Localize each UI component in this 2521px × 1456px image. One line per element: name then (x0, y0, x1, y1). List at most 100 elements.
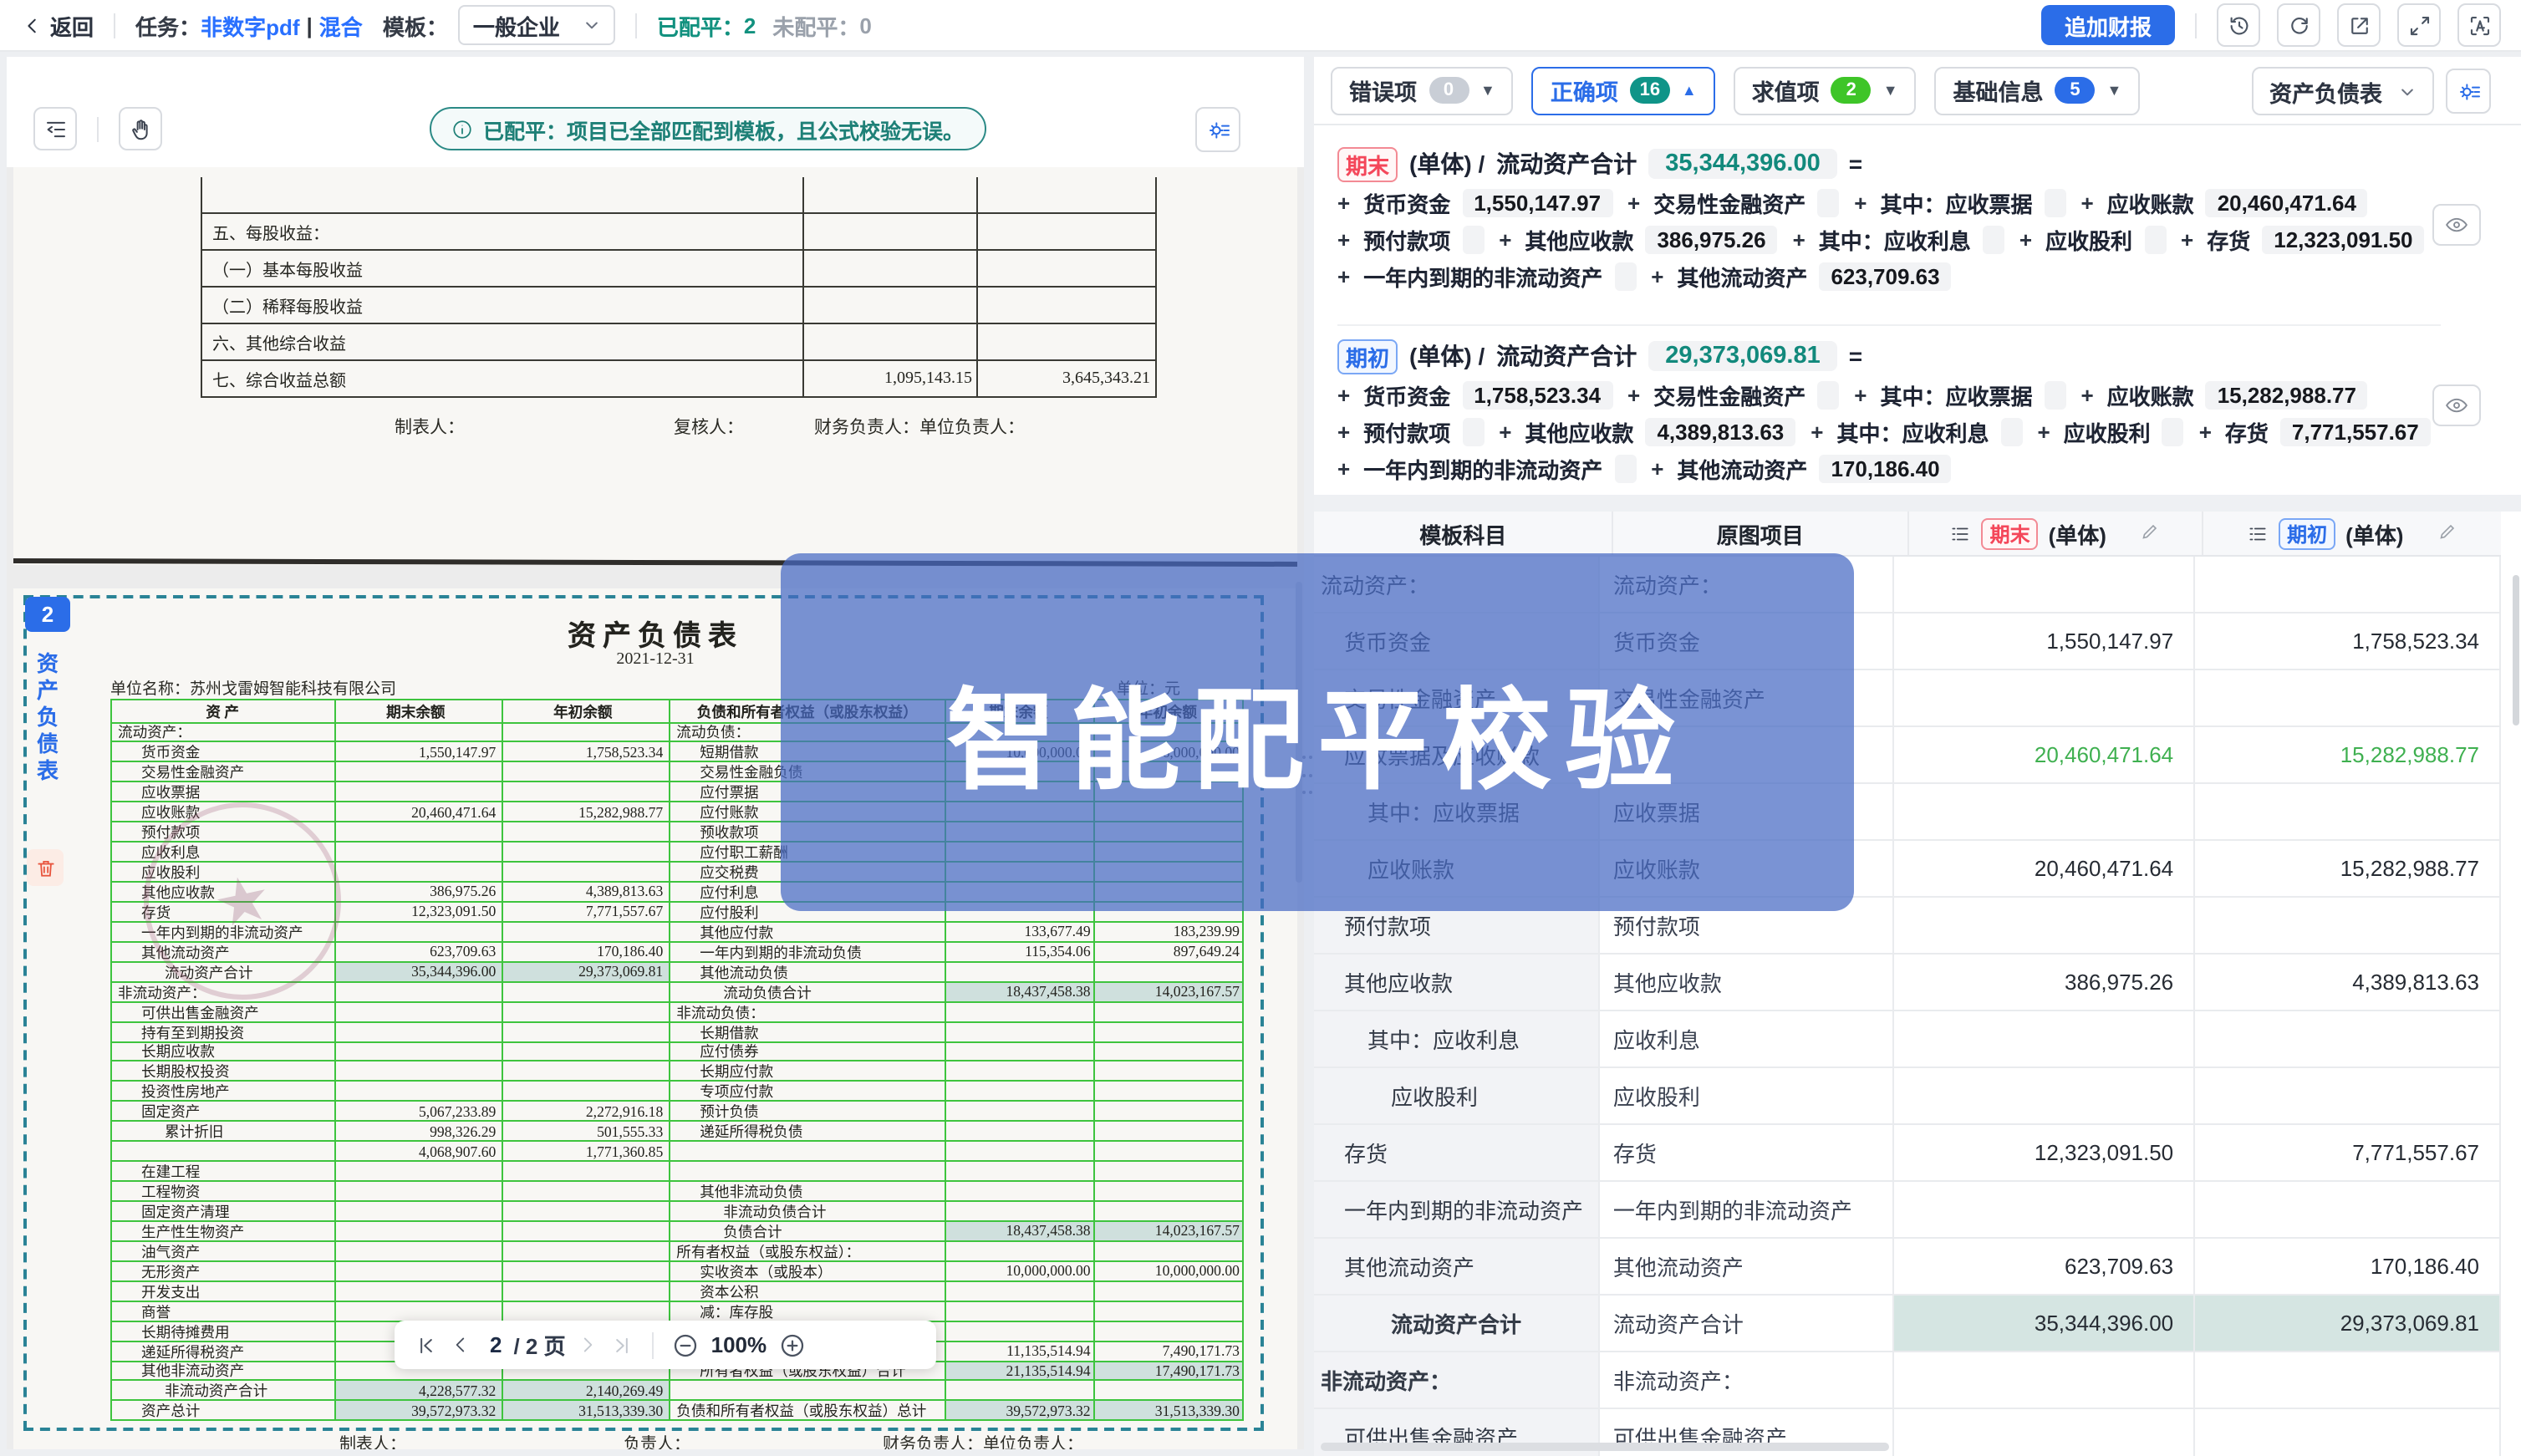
term-value[interactable] (1983, 226, 2004, 254)
term-value[interactable]: 12,323,091.50 (2262, 226, 2424, 254)
visibility-icon[interactable] (2432, 384, 2481, 426)
trash-icon[interactable] (27, 849, 64, 886)
term-value[interactable] (2162, 418, 2184, 446)
liability-end-value: 18,437,458.38 (1006, 1223, 1090, 1240)
term-value[interactable] (2000, 418, 2022, 446)
term-value[interactable]: 1,758,523.34 (1462, 381, 1612, 410)
first-page-icon[interactable] (415, 1333, 438, 1357)
list-icon[interactable] (1950, 522, 1972, 544)
fullscreen-icon[interactable] (2397, 3, 2441, 47)
template-select[interactable]: 一般企业 (458, 5, 615, 45)
current-page[interactable]: 2 (490, 1332, 502, 1357)
mapping-row[interactable]: 一年内到期的非流动资产 一年内到期的非流动资产 (1314, 1182, 2501, 1239)
prev-page-icon[interactable] (450, 1334, 471, 1356)
period-end-value[interactable]: 12,323,091.50 (2035, 1140, 2173, 1165)
panel-horizontal-scrollbar[interactable] (1321, 1443, 1889, 1451)
term-value[interactable] (2044, 189, 2065, 217)
match-settings-icon[interactable] (1195, 107, 1240, 152)
asset-label: 持有至到期投资 (111, 1021, 244, 1042)
equals-sign: = (1849, 343, 1862, 369)
chevron-down-icon (2399, 83, 2416, 99)
term-value[interactable] (1462, 226, 1484, 254)
last-page-icon[interactable] (611, 1333, 634, 1357)
period-end-badge: 期末 (1982, 517, 2039, 549)
period-begin-value[interactable]: 29,373,069.81 (2340, 1311, 2479, 1336)
term-value[interactable]: 4,389,813.63 (1645, 418, 1795, 446)
filter-button[interactable]: 正确项 16 ▲ (1532, 66, 1715, 115)
liability-begin-value: 17,490,171.73 (1155, 1362, 1240, 1379)
term-value[interactable]: 170,186.40 (1819, 455, 1951, 483)
period-end-value[interactable]: 386,975.26 (2065, 970, 2173, 995)
filter-button[interactable]: 基础信息 5 ▼ (1935, 66, 2141, 115)
mapping-row[interactable]: 应收股利 应收股利 (1314, 1068, 2501, 1125)
formula-line: +货币资金1,550,147.97+交易性金融资产+其中：应收票据+应收账款20… (1337, 186, 2441, 221)
outline-icon[interactable] (33, 107, 77, 150)
term-value[interactable]: 15,282,988.77 (2206, 381, 2368, 410)
period-begin-value[interactable]: 1,758,523.34 (2352, 629, 2479, 654)
period-end-value[interactable]: 20,460,471.64 (2035, 856, 2173, 881)
edit-icon[interactable] (2140, 521, 2160, 546)
task-type-link[interactable]: 混合 (319, 9, 363, 41)
formula-term: +应收账款20,460,471.64 (2080, 187, 2368, 219)
visibility-icon[interactable] (2432, 204, 2481, 246)
mapping-row[interactable]: 存货 存货 12,323,091.50 7,771,557.67 (1314, 1125, 2501, 1182)
term-label: 应收股利 (2064, 416, 2151, 448)
next-page-icon[interactable] (578, 1334, 599, 1356)
mapping-row[interactable]: 其中：应收利息 应收利息 (1314, 1011, 2501, 1068)
term-value[interactable]: 20,460,471.64 (2206, 189, 2368, 217)
term-value[interactable] (1817, 189, 1839, 217)
panel-scrollbar[interactable] (2513, 575, 2519, 725)
total-value[interactable]: 29,373,069.81 (1648, 341, 1836, 371)
term-value[interactable]: 7,771,557.67 (2280, 418, 2431, 446)
period-begin-value[interactable]: 4,389,813.63 (2352, 970, 2479, 995)
filter-button[interactable]: 求值项 2 ▼ (1734, 66, 1917, 115)
period-begin-value[interactable]: 170,186.40 (2371, 1254, 2479, 1279)
back-button[interactable]: 返回 (23, 9, 94, 41)
balance-sheet-row: 非流动资产合计 4,228,577.32 2,140,269.49 (110, 1381, 1244, 1401)
zoom-out-icon[interactable] (673, 1331, 700, 1358)
hand-icon[interactable] (119, 107, 162, 150)
period-end-value[interactable]: 623,709.63 (2065, 1254, 2173, 1279)
term-value[interactable]: 1,550,147.97 (1462, 189, 1612, 217)
term-label: 应收账款 (2107, 379, 2194, 411)
sheet-type-select[interactable]: 资产负债表 (2251, 67, 2434, 115)
mapping-row[interactable]: 非流动资产： 非流动资产： (1314, 1352, 2501, 1409)
period-begin-value[interactable]: 15,282,988.77 (2340, 856, 2479, 881)
sheet-side-tab[interactable]: 资产负债表 (30, 652, 62, 786)
mapping-row[interactable]: 其他应收款 其他应收款 386,975.26 4,389,813.63 (1314, 955, 2501, 1011)
original-item: 其他流动资产 (1613, 1250, 1744, 1282)
asset-label: 交易性金融资产 (111, 761, 244, 783)
period-end-value[interactable]: 20,460,471.64 (2035, 742, 2173, 767)
total-value[interactable]: 35,344,396.00 (1648, 149, 1836, 179)
mapping-row[interactable]: 流动资产合计 流动资产合计 35,344,396.00 29,373,069.8… (1314, 1296, 2501, 1352)
period-begin-value[interactable]: 7,771,557.67 (2352, 1140, 2479, 1165)
text-recognition-icon[interactable] (2457, 3, 2501, 47)
term-value[interactable] (1614, 262, 1636, 291)
open-external-icon[interactable] (2337, 3, 2381, 47)
mapping-row[interactable]: 其他流动资产 其他流动资产 623,709.63 170,186.40 (1314, 1239, 2501, 1296)
term-value[interactable]: 386,975.26 (1645, 226, 1777, 254)
refresh-icon[interactable] (2277, 3, 2320, 47)
watermark-overlay: 智能配平校验 (781, 553, 1854, 911)
period-end-value[interactable]: 35,344,396.00 (2035, 1311, 2173, 1336)
edit-icon[interactable] (2437, 521, 2457, 546)
add-report-button[interactable]: 追加财报 (2041, 5, 2175, 45)
match-settings-icon[interactable] (2446, 69, 2491, 114)
term-value[interactable] (1462, 418, 1484, 446)
list-icon[interactable] (2247, 522, 2269, 544)
task-name-link[interactable]: 非数字pdf (201, 9, 299, 41)
term-value[interactable] (2044, 381, 2065, 410)
asset-label: 货币资金 (111, 741, 200, 763)
template-subject: 存货 (1314, 1137, 1388, 1168)
term-label: 其他流动资产 (1677, 453, 1807, 485)
period-end-value[interactable]: 1,550,147.97 (2046, 629, 2173, 654)
filter-button[interactable]: 错误项 0 ▼ (1331, 66, 1514, 115)
term-value[interactable] (2144, 226, 2166, 254)
period-begin-value[interactable]: 15,282,988.77 (2340, 742, 2479, 767)
term-value[interactable] (1817, 381, 1839, 410)
history-icon[interactable] (2217, 3, 2260, 47)
zoom-in-icon[interactable] (778, 1331, 805, 1358)
term-value[interactable] (1614, 455, 1636, 483)
term-value[interactable]: 623,709.63 (1819, 262, 1951, 291)
liability-end-value: 115,354.06 (1025, 944, 1091, 960)
